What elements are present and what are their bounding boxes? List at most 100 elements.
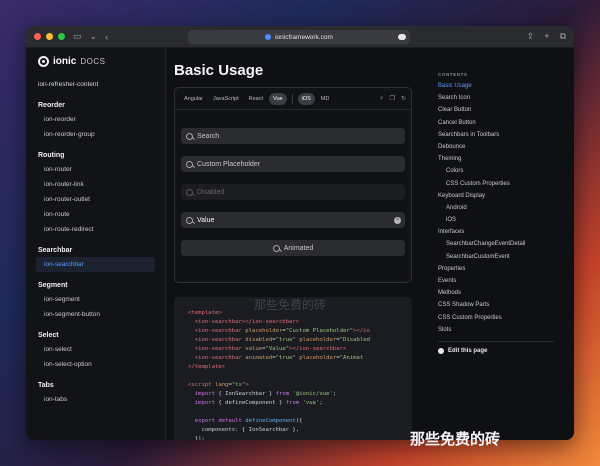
toc-item[interactable]: Debounce (438, 144, 574, 150)
sidebar-item-ion-router-outlet[interactable]: ion-router-outlet (36, 192, 165, 207)
close-window-button[interactable] (34, 33, 41, 40)
sidebar-item-ion-reorder[interactable]: ion-reorder (36, 112, 165, 127)
toc-item[interactable]: Cancel Button (438, 120, 574, 126)
window-controls (34, 33, 65, 40)
sidebar-section-tabs[interactable]: Tabs (38, 382, 165, 389)
stackblitz-icon[interactable]: ⚡ (379, 95, 383, 102)
toc-heading: CONTENTS (438, 72, 468, 77)
searchbar-disabled: Disabled (181, 184, 405, 200)
reload-icon[interactable]: ↻ (401, 95, 406, 102)
toc-item[interactable]: Basic Usage (438, 83, 574, 89)
code-block[interactable]: 那些免费的砖 <template> <ion-searchbar></ion-se… (174, 297, 412, 440)
edit-page-label: Edit this page (448, 347, 488, 354)
toc-item[interactable]: Android (438, 205, 574, 211)
page-title: Basic Usage (174, 62, 264, 79)
toc-item[interactable]: Searchbars in Toolbars (438, 132, 574, 138)
toc-item[interactable]: SearchbarChangeEventDetail (438, 241, 574, 247)
tab-md[interactable]: MD (317, 93, 334, 105)
toc-item[interactable]: CSS Custom Properties (438, 315, 574, 321)
site-icon (265, 34, 272, 40)
code-watermark: 那些免费的砖 (254, 298, 327, 312)
framework-tabs: Angular JavaScript React Vue iOS MD ⚡ ❐ … (175, 88, 411, 110)
ionic-logo[interactable]: ionic DOCS (38, 56, 165, 67)
copy-icon[interactable]: ❐ (390, 95, 395, 102)
sidebar-section-routing[interactable]: Routing (38, 152, 165, 159)
edit-page-link[interactable]: Edit this page (438, 347, 574, 354)
logo-subtext: DOCS (80, 57, 106, 66)
tab-divider (291, 93, 293, 104)
clear-icon[interactable]: × (394, 216, 401, 224)
toc-item[interactable]: Clear Button (438, 107, 574, 113)
searchbar-value[interactable]: Value × (181, 212, 405, 228)
search-icon (186, 188, 193, 196)
tab-ios[interactable]: iOS (297, 92, 315, 105)
sidebar-toggle-icon[interactable]: ▭ (73, 31, 82, 42)
footer-watermark: 那些免费的砖 (410, 430, 501, 448)
toc-item[interactable]: Slots (438, 327, 574, 333)
searchbar-custom-placeholder[interactable]: Custom Placeholder (181, 156, 405, 172)
searchbar-animated[interactable]: Animated (181, 240, 405, 256)
tab-overview-icon[interactable]: ⧉ (560, 31, 566, 42)
toc-item[interactable]: Methods (438, 290, 574, 296)
table-of-contents: CONTENTS Basic Usage Search Icon Clear But… (420, 48, 574, 440)
sidebar-item-ion-segment[interactable]: ion-segment (36, 292, 165, 307)
sidebar-item-ion-route[interactable]: ion-route (36, 207, 165, 222)
browser-toolbar-right: ⇪ + ⧉ (527, 31, 566, 42)
tab-react[interactable]: React (245, 93, 267, 105)
minimize-window-button[interactable] (46, 33, 53, 40)
toc-item[interactable]: Theming (438, 156, 574, 162)
share-icon[interactable]: ⇪ (527, 31, 535, 42)
toc-item[interactable]: CSS Shadow Parts (438, 302, 574, 308)
sidebar-section-searchbar[interactable]: Searchbar (38, 247, 165, 254)
search-icon (272, 244, 280, 252)
sidebar-section-segment[interactable]: Segment (38, 282, 165, 289)
browser-window: ▭ ⌄ ‹ ionicframework.com ⇪ + ⧉ ionic DOC… (26, 26, 574, 440)
sidebar-item-ion-select-option[interactable]: ion-select-option (36, 357, 165, 372)
toc-item[interactable]: iOS (438, 217, 574, 223)
toc-item[interactable]: CSS Custom Properties (438, 181, 574, 187)
searchbar-placeholder: Animated (283, 244, 314, 252)
search-icon (186, 132, 193, 140)
sidebar-item-ion-refresher-content[interactable]: ion-refresher-content (30, 77, 165, 92)
sidebar-item-ion-select[interactable]: ion-select (36, 342, 165, 357)
sidebar-item-ion-router-link[interactable]: ion-router-link (36, 177, 165, 192)
searchbar-default[interactable]: Search (181, 128, 405, 144)
searchbar-value-text: Value (197, 216, 215, 224)
docs-sidebar: ionic DOCS ion-refresher-content Reorder… (26, 48, 166, 440)
toc-item[interactable]: Keyboard Display (438, 193, 574, 199)
browser-titlebar: ▭ ⌄ ‹ ionicframework.com ⇪ + ⧉ (26, 26, 574, 48)
toc-divider (438, 340, 554, 342)
logo-text: ionic (53, 56, 77, 67)
main-content: Basic Usage Angular JavaScript React Vue… (166, 48, 420, 440)
sidebar-item-ion-searchbar[interactable]: ion-searchbar (36, 257, 155, 272)
tab-angular[interactable]: Angular (180, 93, 207, 105)
new-tab-icon[interactable]: + (544, 31, 549, 42)
toc-item[interactable]: Colors (438, 168, 574, 174)
tab-vue[interactable]: Vue (269, 92, 287, 105)
url-text: ionicframework.com (275, 33, 333, 41)
toc-item[interactable]: Interfaces (438, 229, 574, 235)
github-icon (438, 347, 444, 354)
demo-tools: ⚡ ❐ ↻ (379, 95, 406, 102)
sidebar-section-reorder[interactable]: Reorder (38, 102, 165, 109)
search-icon (186, 216, 193, 224)
sidebar-section-select[interactable]: Select (38, 332, 165, 339)
toc-item[interactable]: Properties (438, 266, 574, 272)
address-bar[interactable]: ionicframework.com (188, 30, 410, 44)
sidebar-item-ion-router[interactable]: ion-router (36, 162, 165, 177)
maximize-window-button[interactable] (58, 33, 65, 40)
back-icon[interactable]: ‹ (105, 32, 108, 42)
toc-item[interactable]: Search Icon (438, 95, 574, 101)
toc-item[interactable]: SearchbarCustomEvent (438, 254, 574, 260)
sidebar-item-ion-tabs[interactable]: ion-tabs (36, 392, 165, 407)
more-icon[interactable] (398, 34, 406, 40)
sidebar-item-ion-route-redirect[interactable]: ion-route-redirect (36, 222, 165, 237)
search-icon (186, 160, 193, 168)
searchbar-placeholder: Custom Placeholder (197, 160, 261, 168)
tab-javascript[interactable]: JavaScript (209, 93, 243, 105)
chevron-down-icon[interactable]: ⌄ (90, 31, 98, 42)
demo-preview: Search Custom Placeholder Disabled Value… (175, 110, 411, 256)
sidebar-item-ion-segment-button[interactable]: ion-segment-button (36, 307, 165, 322)
sidebar-item-ion-reorder-group[interactable]: ion-reorder-group (36, 127, 165, 142)
toc-item[interactable]: Events (438, 278, 574, 284)
